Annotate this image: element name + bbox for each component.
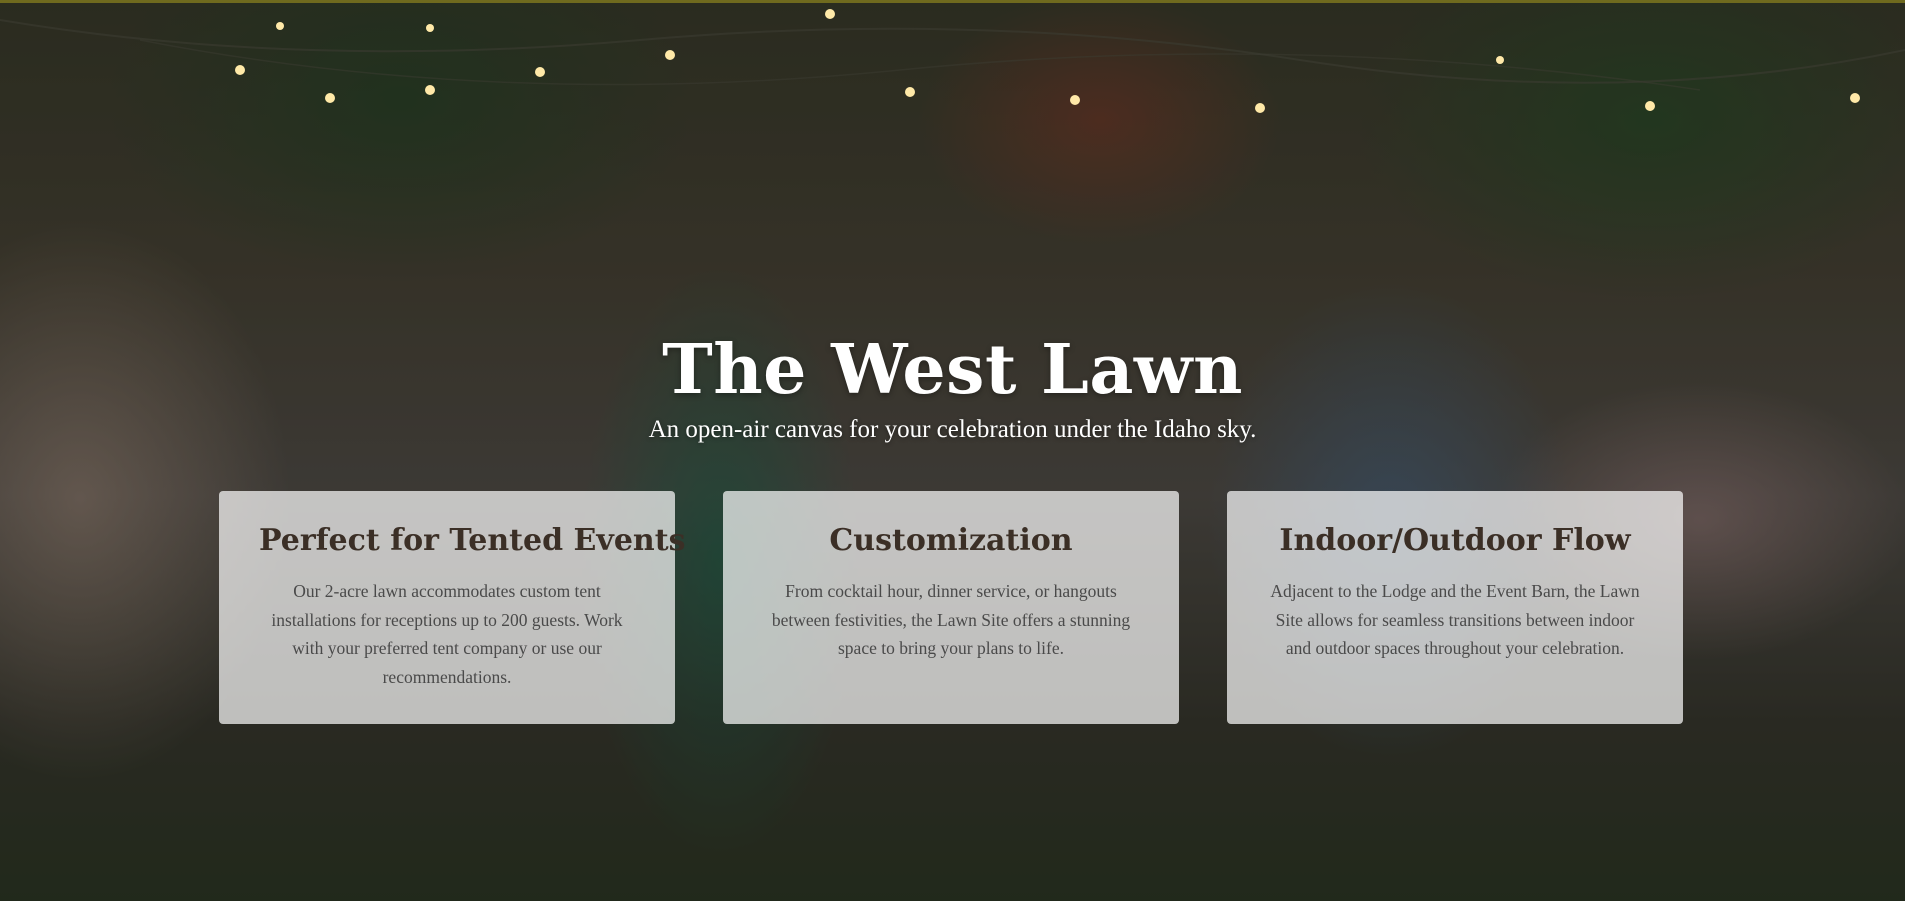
- string-lights-decoration: [0, 9, 1905, 113]
- hero-heading-group: The West Lawn An open-air canvas for you…: [0, 330, 1905, 446]
- hero-section: The West Lawn An open-air canvas for you…: [0, 0, 1905, 901]
- page-subtitle: An open-air canvas for your celebration …: [648, 416, 1257, 443]
- feature-card-text: Adjacent to the Lodge and the Event Barn…: [1270, 581, 1640, 658]
- page-margin: [1905, 0, 1919, 901]
- feature-card-tented-events: Perfect for Tented Events Our 2-acre law…: [219, 491, 686, 724]
- feature-card-text: From cocktail hour, dinner service, or h…: [771, 581, 1131, 658]
- feature-card-indoor-outdoor-flow: Indoor/Outdoor Flow Adjacent to the Lodg…: [1227, 491, 1683, 724]
- top-accent-line: [0, 0, 1905, 3]
- feature-card-title: Indoor/Outdoor Flow: [1279, 523, 1631, 558]
- feature-card-customization: Customization From cocktail hour, dinner…: [723, 491, 1179, 724]
- feature-card-text: Our 2-acre lawn accommodates custom tent…: [271, 581, 623, 687]
- page-title: The West Lawn: [662, 330, 1243, 410]
- feature-card-title: Perfect for Tented Events: [259, 523, 686, 558]
- feature-card-title: Customization: [829, 523, 1073, 558]
